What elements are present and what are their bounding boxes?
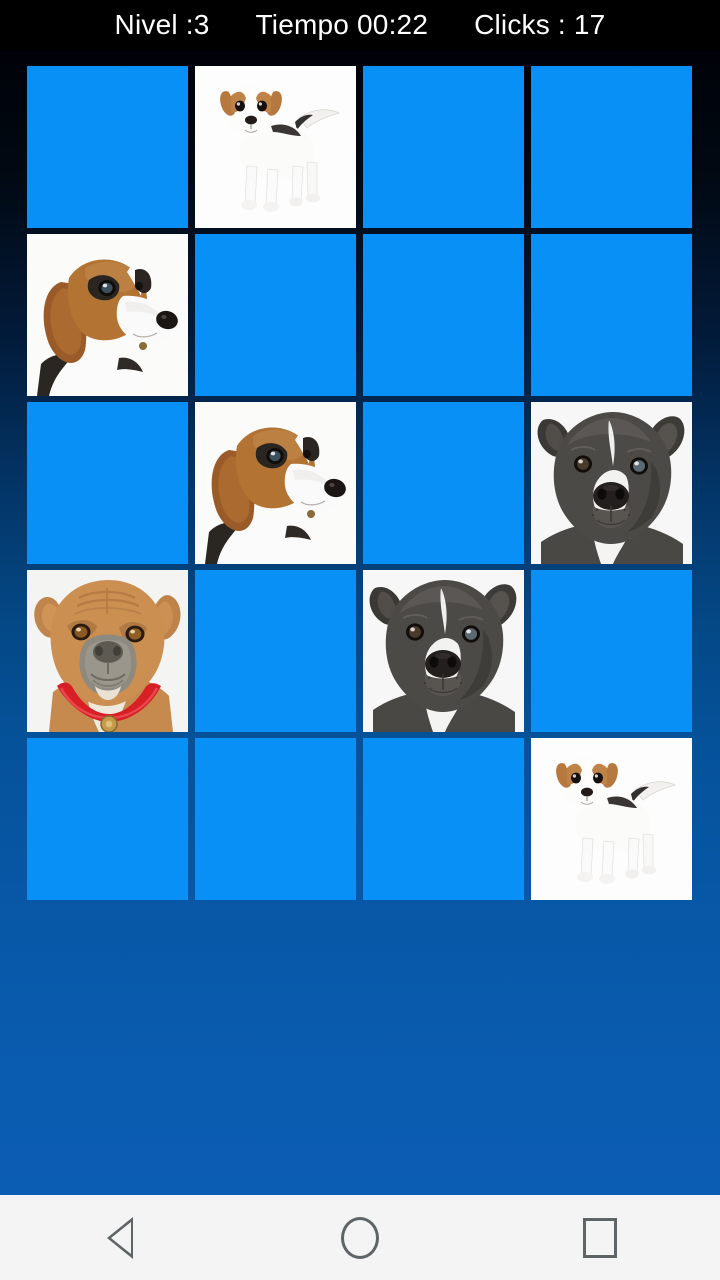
memory-game-screen: Nivel :3 Tiempo 00:22 Clicks : 17 <box>0 0 720 1280</box>
nav-home-button[interactable] <box>300 1195 420 1280</box>
android-navigation-bar <box>0 1195 720 1280</box>
triangle-back-icon <box>107 1216 133 1259</box>
pitbull-puppy-face-photo <box>531 402 692 564</box>
memory-card-face-down[interactable] <box>27 738 188 900</box>
nav-back-button[interactable] <box>60 1195 180 1280</box>
memory-card-face-down[interactable] <box>531 570 692 732</box>
jack-russell-puppy-standing-photo <box>195 66 356 228</box>
memory-card-pitbull-puppy-face[interactable] <box>363 570 524 732</box>
memory-card-jack-russell-puppy-standing[interactable] <box>531 738 692 900</box>
memory-card-face-down[interactable] <box>363 738 524 900</box>
memory-card-face-down[interactable] <box>363 402 524 564</box>
memory-card-face-down[interactable] <box>363 66 524 228</box>
beagle-head-portrait-photo <box>195 402 356 564</box>
nav-recents-button[interactable] <box>540 1195 660 1280</box>
memory-card-beagle-head-portrait[interactable] <box>195 402 356 564</box>
memory-card-jack-russell-puppy-standing[interactable] <box>195 66 356 228</box>
memory-card-face-down[interactable] <box>195 570 356 732</box>
memory-card-face-down[interactable] <box>27 66 188 228</box>
game-hud: Nivel :3 Tiempo 00:22 Clicks : 17 <box>0 0 720 50</box>
circle-home-icon <box>341 1216 379 1259</box>
jack-russell-puppy-standing-photo <box>531 738 692 900</box>
memory-card-grid <box>27 66 692 900</box>
level-label: Nivel :3 <box>114 9 210 40</box>
memory-card-face-down[interactable] <box>531 66 692 228</box>
memory-card-face-down[interactable] <box>531 234 692 396</box>
memory-card-face-down[interactable] <box>27 402 188 564</box>
beagle-head-portrait-photo <box>27 234 188 396</box>
memory-card-face-down[interactable] <box>195 234 356 396</box>
memory-card-boxer-dog-red-collar[interactable] <box>27 570 188 732</box>
memory-card-pitbull-puppy-face[interactable] <box>531 402 692 564</box>
memory-card-face-down[interactable] <box>363 234 524 396</box>
square-recents-icon <box>583 1217 617 1258</box>
boxer-dog-red-collar-photo <box>27 570 188 732</box>
clicks-label: Clicks : 17 <box>474 9 606 40</box>
timer-label: Tiempo 00:22 <box>255 9 429 40</box>
memory-card-face-down[interactable] <box>195 738 356 900</box>
memory-card-beagle-head-portrait[interactable] <box>27 234 188 396</box>
pitbull-puppy-face-photo <box>363 570 524 732</box>
